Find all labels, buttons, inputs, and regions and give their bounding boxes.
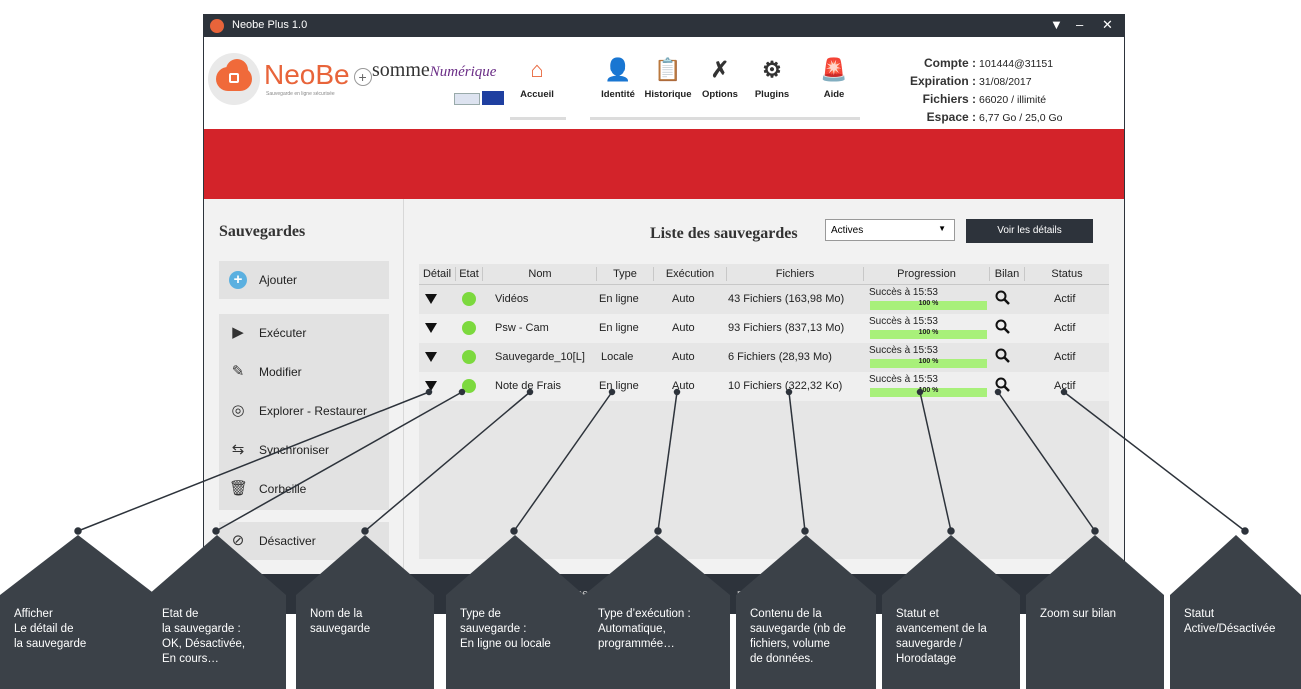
callout-bilan: Zoom sur bilan <box>1026 535 1164 689</box>
callout-execution: Type d’exécution : Automatique, programmée… <box>584 535 730 689</box>
callout-progression: Statut et avancement de la sauvegarde / Hor… <box>882 535 1020 689</box>
callout-etat: Etat de la sauvegarde : OK, Désactivée, En … <box>148 535 286 689</box>
annotated-screenshot: Neobe Plus 1.0 ▼ – ✕ NeoBe + Sauvegarde e… <box>0 0 1301 689</box>
callout-type: Type de sauvegarde : En ligne ou locale <box>446 535 584 689</box>
callout-fichiers: Contenu de la sauvegarde (nb de fichiers, … <box>736 535 876 689</box>
callout-nom: Nom de la sauvegarde <box>296 535 434 689</box>
callout-status: Statut Active/Désactivée <box>1170 535 1301 689</box>
callout-detail: Afficher Le détail de la sauvegarde <box>0 535 156 689</box>
